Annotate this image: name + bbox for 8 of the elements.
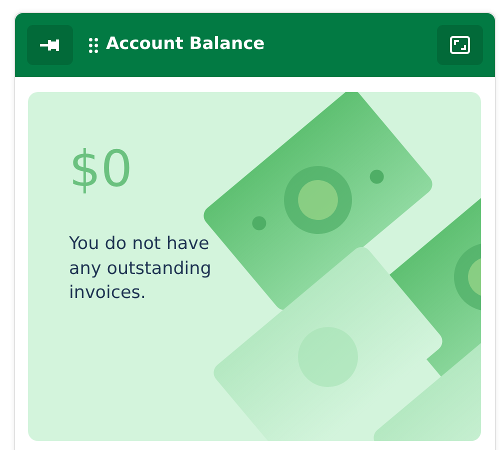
drag-handle-icon[interactable]	[89, 38, 98, 52]
balance-amount: $0	[69, 144, 133, 194]
expand-button[interactable]	[437, 25, 483, 65]
expand-icon	[450, 36, 470, 54]
pin-icon	[40, 38, 60, 52]
pin-button[interactable]	[27, 25, 73, 65]
card-title: Account Balance	[106, 33, 265, 56]
balance-message: You do not have any outstanding invoices.	[69, 233, 212, 305]
